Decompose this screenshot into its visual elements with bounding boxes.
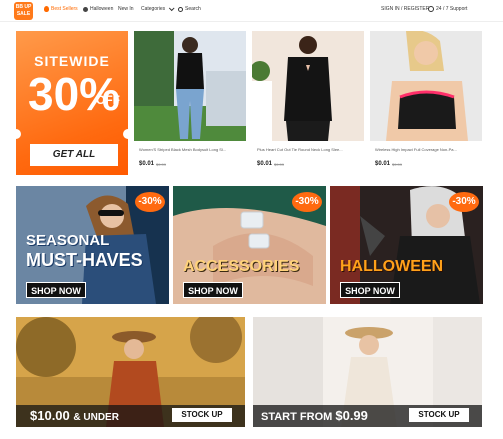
product-title-3[interactable]: Wireless High Impact Full Coverage Non-P… (375, 147, 479, 152)
product-orig-price-1: $9.99 (156, 162, 167, 167)
nav-categories-label: Categories (141, 6, 166, 12)
product-card-3[interactable]: Wireless High Impact Full Coverage Non-P… (370, 31, 482, 175)
under-price-suffix: & UNDER (73, 412, 119, 423)
chevron-down-icon (169, 5, 175, 12)
nav-new-in[interactable]: New In (118, 6, 134, 12)
search-button[interactable]: Search (178, 6, 201, 12)
nav-best-sellers[interactable]: Best Sellers (44, 6, 78, 12)
nav-best-sellers-label: Best Sellers (51, 6, 78, 12)
product-card-2[interactable]: Plus Heart Cut Out Tie Round Neck Long S… (252, 31, 364, 175)
product-orig-price-3: $9.99 (392, 162, 403, 167)
shop-now-button[interactable]: SHOP NOW (340, 282, 400, 298)
stock-up-button[interactable]: STOCK UP (409, 408, 469, 422)
pumpkin-icon (83, 6, 88, 12)
sitewide-promo-banner[interactable]: SITEWIDE 30% OFF GET ALL (16, 31, 128, 175)
top-header: BB UP SALE Best Sellers Halloween New In… (0, 0, 503, 22)
nav-new-in-label: New In (118, 6, 134, 12)
banner-accessories-line1: ACCESSORIES (183, 258, 300, 275)
nav-halloween[interactable]: Halloween (83, 6, 113, 12)
product-card-1[interactable]: Women'S Striped Black Mesh Bodysuit Long… (134, 31, 246, 175)
ticket-notch-left (16, 129, 21, 139)
stock-up-button[interactable]: STOCK UP (172, 408, 232, 422)
headset-icon (428, 6, 434, 12)
shop-now-button[interactable]: SHOP NOW (26, 282, 86, 298)
product-orig-price-2: $9.99 (274, 162, 285, 167)
promo-line1: SITEWIDE (34, 53, 110, 69)
start-from-value: $0.99 (335, 408, 368, 423)
get-all-button[interactable]: GET ALL (30, 144, 118, 166)
start-from-price: START FROM $0.99 (261, 408, 368, 423)
under-price-value: $10.00 (30, 408, 70, 423)
search-icon (178, 6, 183, 12)
promo-off: OFF (96, 93, 120, 107)
banner-start-from[interactable]: START FROM $0.99 STOCK UP (253, 317, 482, 427)
nav-categories[interactable]: Categories (141, 5, 175, 12)
signin-label: SIGN IN / REGISTER (381, 6, 430, 12)
nav-halloween-label: Halloween (90, 6, 114, 12)
discount-tag: -30% (449, 192, 479, 212)
search-label: Search (185, 6, 201, 12)
product-title-2[interactable]: Plus Heart Cut Out Tie Round Neck Long S… (257, 147, 361, 152)
banner-under-10[interactable]: $10.00 & UNDER STOCK UP (16, 317, 245, 427)
banner-seasonal-line2: MUST-HAVES (26, 250, 143, 270)
banner-accessories[interactable]: -30% ACCESSORIES SHOP NOW (173, 186, 326, 304)
banner-halloween-line1: HALLOWEEN (340, 258, 444, 275)
support-label: 24 / 7 Support (436, 6, 468, 12)
flame-icon (44, 6, 49, 12)
under-price: $10.00 & UNDER (30, 408, 119, 423)
banner-seasonal-line1: SEASONAL (26, 232, 110, 249)
product-title-1[interactable]: Women'S Striped Black Mesh Bodysuit Long… (139, 147, 243, 152)
support-link[interactable]: 24 / 7 Support (428, 6, 467, 12)
discount-tag: -30% (135, 192, 165, 212)
start-from-prefix: START FROM (261, 411, 333, 423)
product-image-1[interactable] (134, 31, 246, 141)
product-image-3[interactable] (370, 31, 482, 141)
site-logo[interactable]: BB UP SALE (14, 2, 33, 20)
shop-now-button[interactable]: SHOP NOW (183, 282, 243, 298)
product-image-2[interactable] (252, 31, 364, 141)
product-price-2: $0.01 (257, 161, 273, 167)
banner-seasonal[interactable]: -30% SEASONAL MUST-HAVES SHOP NOW (16, 186, 169, 304)
banner-halloween[interactable]: -30% HALLOWEEN SHOP NOW (330, 186, 483, 304)
product-price-1: $0.01 (139, 161, 155, 167)
signin-register-link[interactable]: SIGN IN / REGISTER (381, 6, 429, 12)
discount-tag: -30% (292, 192, 322, 212)
ticket-notch-right (123, 129, 128, 139)
product-price-3: $0.01 (375, 161, 391, 167)
